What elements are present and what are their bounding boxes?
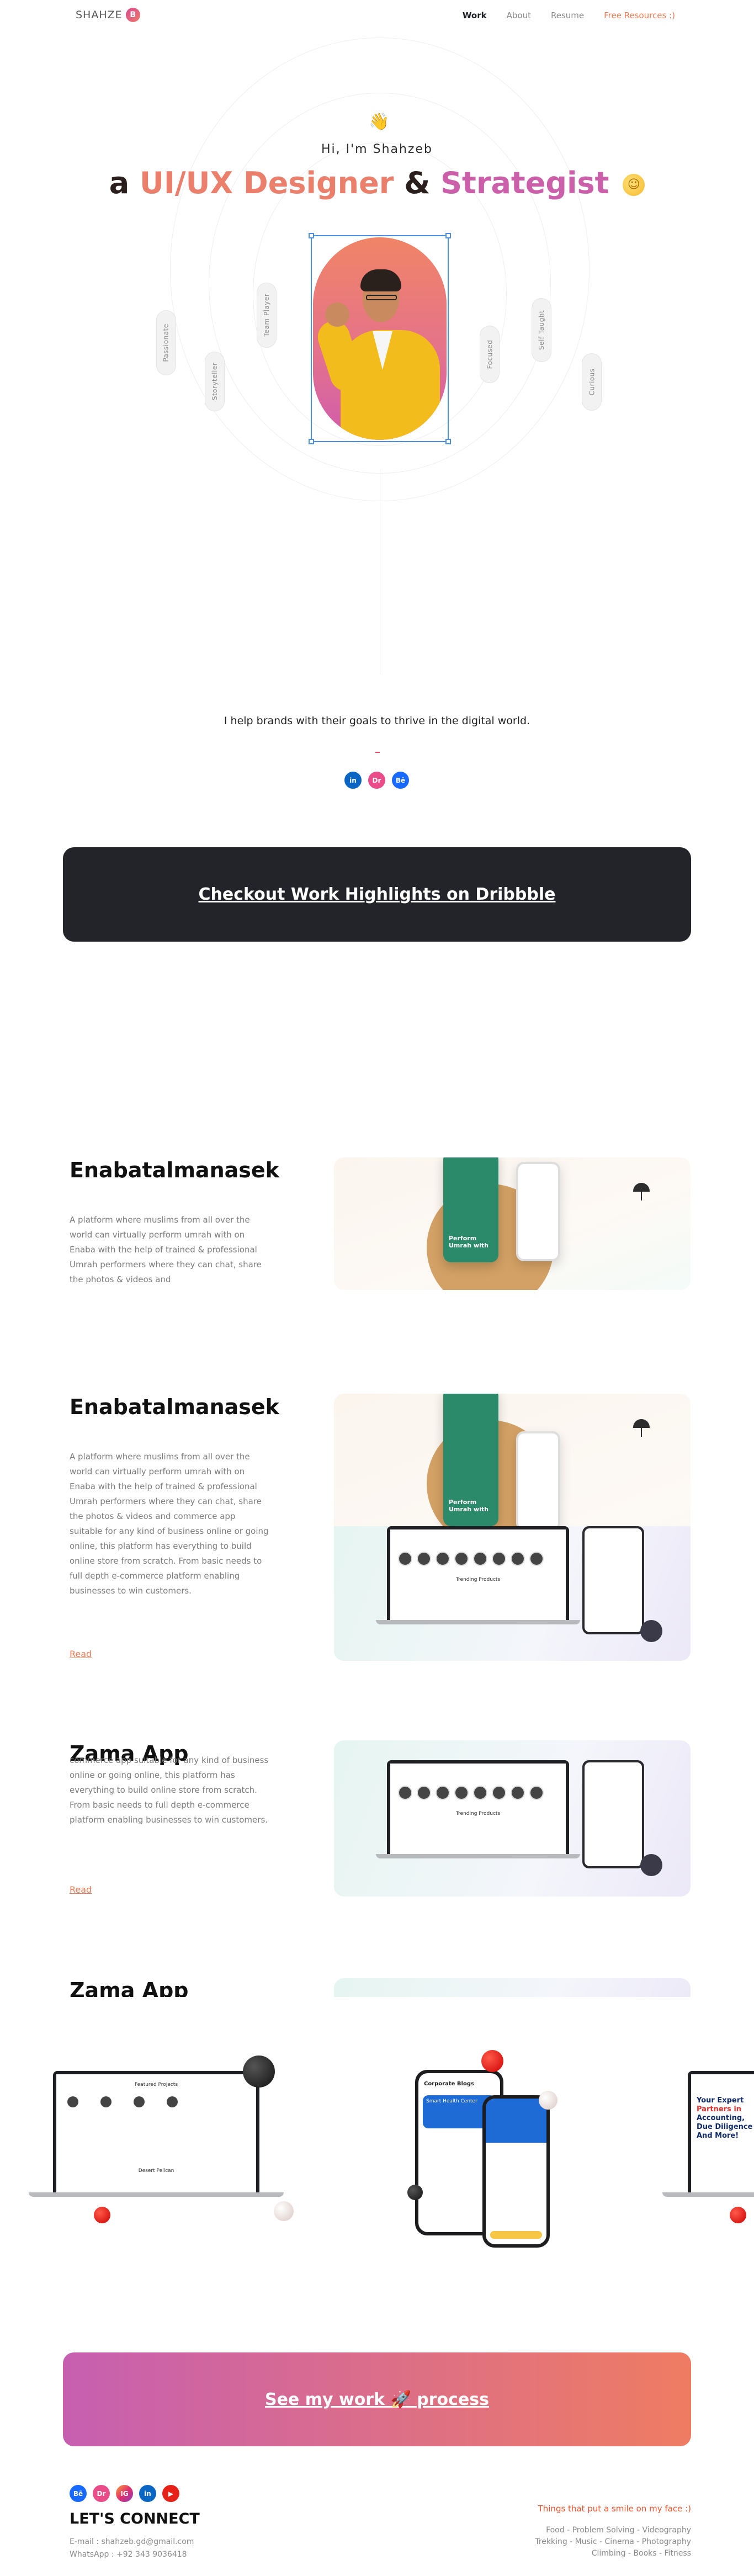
laptop-mockup: Trending Products [387,1526,569,1620]
mobile-mockup [582,1526,644,1634]
app-phone-mockup: Perform Umrah with [443,1157,498,1262]
lets-connect-heading: LET'S CONNECT [70,2510,200,2527]
hero-headline: a UI/UX Designer & Strategist ☺ [0,166,754,200]
dribbble-icon[interactable]: Dr [93,2485,110,2502]
top-nav: SHAHZE B Work About Resume Free Resource… [0,0,754,33]
resize-handle [309,439,314,444]
hero-greeting: Hi, I'm Shahzeb [321,142,433,156]
behance-icon[interactable]: Bē [70,2485,87,2502]
project-title: Enabatalmanasek [70,1158,279,1182]
project-card-image[interactable] [334,1978,691,1997]
behance-icon[interactable]: Bē [392,772,409,789]
showcase-phone-front [482,2095,550,2248]
smile-emoji-icon: ☺ [623,174,645,196]
showcase-laptop-right: Your Expert Partners in Accounting, Due … [688,2071,754,2192]
logo-badge: B [125,8,140,22]
waving-hand-icon: 👋 [369,112,390,131]
logo[interactable]: SHAHZE B [76,8,140,22]
smile-heading: Things that put a smile on my face :) [538,2504,691,2514]
portrait-selection-frame [309,233,451,444]
youtube-icon[interactable]: ▶ [162,2485,179,2502]
nav-work[interactable]: Work [463,10,487,20]
instagram-icon[interactable]: IG [116,2485,133,2502]
contact-email[interactable]: E-mail : shahzeb.gd@gmail.com [70,2537,194,2546]
headline-prefix: a [109,166,130,200]
project-card-image[interactable]: Trending Products [334,1740,691,1897]
contact-whatsapp[interactable]: WhatsApp : +92 343 9036418 [70,2550,187,2559]
showcase-laptop: Featured Projects Desert Pelican [53,2071,259,2192]
resize-handle [445,439,451,444]
hero-social-links: in Dr Bē [344,772,409,789]
project-description: commerce app suitable for any kind of bu… [70,1755,269,1825]
project-title: Enabatalmanasek [70,1395,279,1419]
read-link[interactable]: Read [70,1649,92,1659]
headline-ampersand: & [404,166,431,200]
process-banner-button[interactable]: See my work 🚀 process [63,2352,691,2446]
hero-tagline: I help brands with their goals to thrive… [224,715,530,727]
mobile-mockup [582,1760,644,1868]
nav-links: Work About Resume Free Resources :) [463,10,675,20]
linkedin-icon[interactable]: in [344,772,362,789]
dribbble-icon[interactable]: Dr [368,772,385,789]
laptop-mockup: Trending Products [387,1760,569,1854]
trait-pill-team-player: Team Player [257,283,277,348]
trait-pill-self-taught: Self Taught [532,298,551,362]
app-phone-mockup: Perform Umrah with [443,1394,498,1526]
trait-pill-focused: Focused [480,326,500,383]
hobbies-line: Climbing - Books - Fitness [591,2549,691,2558]
hobbies-line: Food - Problem Solving - Videography [546,2526,691,2535]
hobbies-line: Trekking - Music - Cinema - Photography [535,2537,691,2546]
project-title: Zama App [70,1978,189,1997]
project-card-image[interactable]: Perform Umrah with [334,1157,691,1290]
nav-about[interactable]: About [507,10,531,20]
dribbble-banner-button[interactable]: Checkout Work Highlights on Dribbble [63,847,691,942]
linkedin-icon[interactable]: in [139,2485,156,2502]
headline-role-2: Strategist [440,166,609,200]
project-card-image[interactable]: Perform Umrah with Trending Products [334,1394,691,1661]
trait-pill-storyteller: Storyteller [205,352,225,411]
trait-pill-curious: Curious [582,353,602,411]
resize-handle [445,233,451,238]
nav-free-resources[interactable]: Free Resources :) [604,10,675,20]
project-description: A platform where muslims from all over t… [70,1215,262,1284]
resize-handle [309,233,314,238]
footer-social-links: Bē Dr IG in ▶ [70,2485,179,2502]
headline-role-1: UI/UX Designer [139,166,394,200]
accent-dash [375,752,380,753]
trait-pill-passionate: Passionate [156,310,176,375]
project-description: A platform where muslims from all over t… [70,1452,269,1596]
showcase-strip: Featured Projects Desert Pelican Corpora… [0,1997,754,2306]
logo-text: SHAHZE [76,9,123,21]
nav-resume[interactable]: Resume [551,10,584,20]
read-link[interactable]: Read [70,1884,92,1895]
